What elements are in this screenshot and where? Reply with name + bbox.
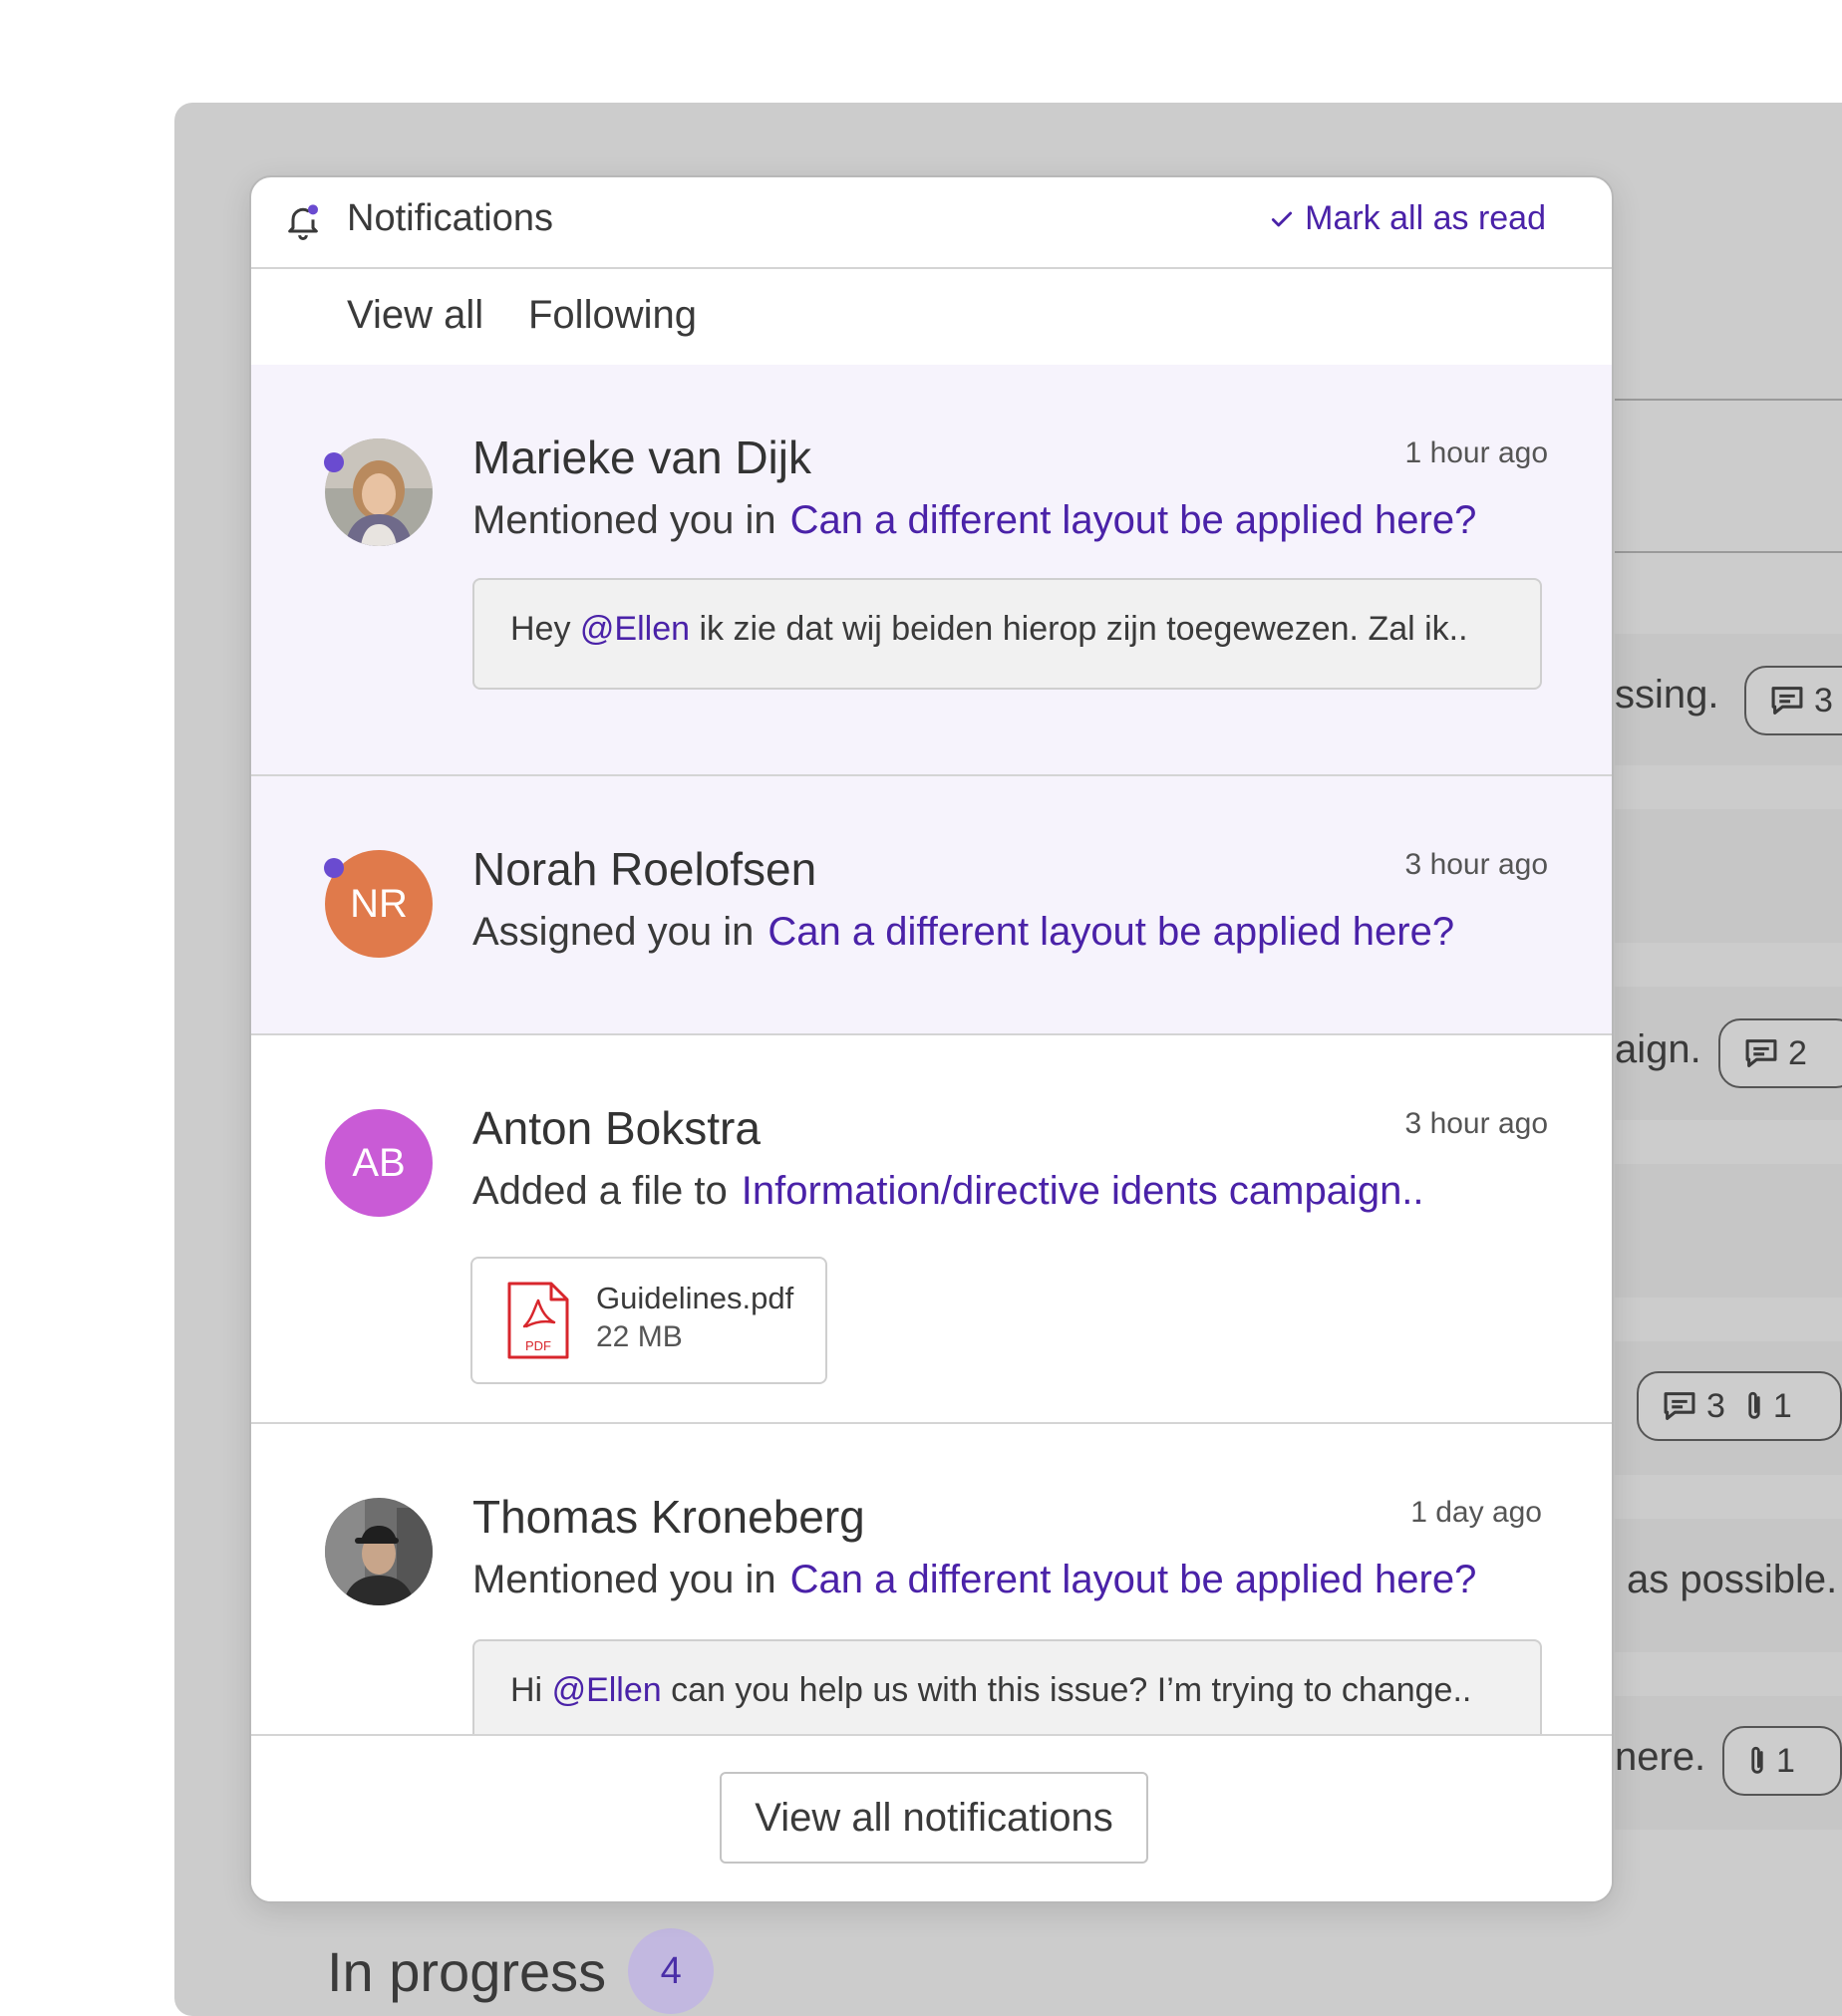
background-task-text: nere. xyxy=(1615,1735,1706,1779)
action-text: Added a file to xyxy=(472,1169,728,1213)
comment-icon xyxy=(1771,687,1803,715)
notifications-footer: View all notifications xyxy=(251,1734,1612,1901)
notification-list: Marieke van Dijk 1 hour ago Mentioned yo… xyxy=(251,365,1612,1901)
notification-action: Assigned you in Can a different layout be… xyxy=(472,910,1454,955)
task-link[interactable]: Can a different layout be applied here? xyxy=(790,1558,1477,1601)
comment-count: 2 xyxy=(1788,1033,1807,1072)
mark-all-read-label: Mark all as read xyxy=(1305,199,1546,237)
attachment-count: 1 xyxy=(1772,1386,1792,1425)
notification-author: Norah Roelofsen xyxy=(472,843,817,895)
background-task-meta[interactable]: 2 xyxy=(1718,1018,1842,1088)
notification-action: Mentioned you in Can a different layout b… xyxy=(472,1558,1476,1602)
background-task-row[interactable] xyxy=(1615,809,1842,943)
comment-icon xyxy=(1745,1039,1777,1067)
notification-time: 3 hour ago xyxy=(1404,848,1548,881)
task-link[interactable]: Information/directive idents campaign.. xyxy=(742,1169,1424,1213)
background-task-text: as possible. xyxy=(1627,1558,1838,1601)
section-heading: In progress 4 xyxy=(327,1928,715,2014)
notification-time: 1 hour ago xyxy=(1404,436,1548,469)
background-divider xyxy=(1615,551,1842,553)
notification-author: Thomas Kroneberg xyxy=(472,1491,865,1543)
attachment-count: 1 xyxy=(1776,1741,1795,1780)
background-divider xyxy=(1615,399,1842,401)
mention-link[interactable]: @Ellen xyxy=(580,610,690,648)
notification-author: Marieke van Dijk xyxy=(472,432,811,483)
pdf-icon: PDF xyxy=(507,1282,569,1359)
task-link[interactable]: Can a different layout be applied here? xyxy=(790,498,1477,542)
quote-text: Hi xyxy=(510,1671,543,1709)
quote-text: can you help us with this issue? I’m try… xyxy=(671,1671,1472,1709)
action-text: Mentioned you in xyxy=(472,1558,776,1601)
notification-author: Anton Bokstra xyxy=(472,1102,761,1154)
comment-count: 3 xyxy=(1706,1386,1725,1425)
unread-indicator xyxy=(324,858,344,878)
notification-item[interactable]: Marieke van Dijk 1 hour ago Mentioned yo… xyxy=(251,365,1612,776)
background-task-row[interactable] xyxy=(1615,1164,1842,1297)
unread-indicator xyxy=(324,452,344,472)
action-text: Mentioned you in xyxy=(472,498,776,542)
comment-preview[interactable]: Hey @Ellen ik zie dat wij beiden hierop … xyxy=(472,578,1542,690)
notification-tabs: View all Following xyxy=(251,267,1612,367)
notification-action: Added a file to Information/directive ide… xyxy=(472,1169,1424,1214)
tab-following[interactable]: Following xyxy=(528,293,697,338)
task-link[interactable]: Can a different layout be applied here? xyxy=(768,910,1454,954)
comment-icon xyxy=(1664,1392,1695,1420)
check-icon xyxy=(1272,211,1293,226)
file-name: Guidelines.pdf xyxy=(596,1281,794,1315)
section-count-badge: 4 xyxy=(628,1928,715,2014)
file-size: 22 MB xyxy=(596,1320,683,1353)
notification-time: 1 day ago xyxy=(1410,1496,1542,1529)
notification-item[interactable]: NR Norah Roelofsen 3 hour ago Assigned y… xyxy=(251,776,1612,1035)
paperclip-icon xyxy=(1751,1746,1763,1774)
file-attachment[interactable]: PDF Guidelines.pdf 22 MB xyxy=(470,1257,827,1384)
notification-item[interactable]: AB Anton Bokstra 3 hour ago Added a file… xyxy=(251,1035,1612,1424)
mark-all-read-button[interactable]: Mark all as read xyxy=(1269,199,1546,238)
notification-action: Mentioned you in Can a different layout b… xyxy=(472,498,1476,543)
background-task-text: ssing. xyxy=(1615,673,1719,717)
background-task-text: aign. xyxy=(1615,1027,1701,1071)
background-task-meta[interactable]: 3 1 xyxy=(1637,1371,1842,1441)
background-task-meta[interactable]: 3 xyxy=(1744,666,1842,735)
section-title: In progress xyxy=(327,1939,607,2003)
background-task-meta[interactable]: 1 xyxy=(1722,1726,1842,1796)
avatar: AB xyxy=(325,1109,433,1217)
mention-link[interactable]: @Ellen xyxy=(552,1671,662,1709)
quote-text: ik zie dat wij beiden hierop zijn toegew… xyxy=(699,610,1468,648)
paperclip-icon xyxy=(1748,1391,1760,1419)
notifications-header: Notifications Mark all as read xyxy=(251,177,1612,269)
notifications-title: Notifications xyxy=(347,197,553,239)
view-all-notifications-button[interactable]: View all notifications xyxy=(720,1772,1148,1864)
notification-time: 3 hour ago xyxy=(1404,1107,1548,1140)
user-photo-icon xyxy=(325,1498,433,1605)
comment-count: 3 xyxy=(1814,681,1833,720)
notifications-panel: Notifications Mark all as read View all … xyxy=(249,175,1614,1903)
pdf-icon-label: PDF xyxy=(525,1338,551,1353)
tab-view-all[interactable]: View all xyxy=(347,293,483,338)
avatar xyxy=(325,1498,433,1605)
bell-icon xyxy=(288,204,318,240)
action-text: Assigned you in xyxy=(472,910,755,954)
quote-text: Hey xyxy=(510,610,571,648)
